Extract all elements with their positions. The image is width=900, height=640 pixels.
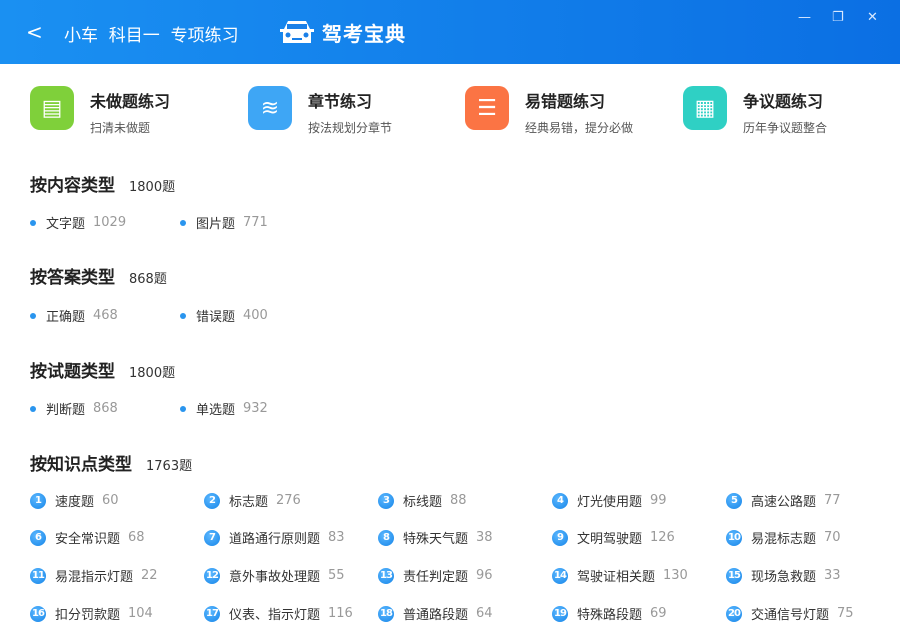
knowledge-item[interactable]: 17 仪表、指示灯题 116 (204, 604, 353, 623)
section-heading: 按试题类型 1800题 (30, 362, 176, 382)
knowledge-item[interactable]: 13 责任判定题 96 (378, 566, 493, 585)
knowledge-item[interactable]: 2 标志题 276 (204, 491, 301, 510)
knowledge-item[interactable]: 4 灯光使用题 99 (552, 491, 667, 510)
app-logo: 驾考宝典 (278, 17, 406, 47)
number-badge-icon: 16 (30, 605, 46, 622)
close-button[interactable]: ✕ (867, 10, 878, 25)
knowledge-item[interactable]: 20 交通信号灯题 75 (726, 604, 854, 623)
number-badge-icon: 9 (552, 529, 568, 546)
card-error-prone-practice[interactable]: ☰ 易错题练习 经典易错，提分必做 (465, 86, 633, 136)
card-title: 争议题练习 (743, 92, 824, 111)
knowledge-item[interactable]: 19 特殊路段题 69 (552, 604, 667, 623)
category-item[interactable]: 正确题 468 (30, 306, 118, 325)
card-subtitle: 经典易错，提分必做 (525, 121, 634, 135)
number-badge-icon: 7 (204, 529, 220, 546)
category-item[interactable]: 单选题 932 (180, 399, 268, 418)
knowledge-item[interactable]: 3 标线题 88 (378, 491, 467, 510)
car-logo-icon (280, 21, 314, 43)
card-subtitle: 历年争议题整合 (743, 121, 828, 135)
number-badge-icon: 8 (378, 529, 394, 546)
knowledge-item[interactable]: 9 文明驾驶题 126 (552, 528, 675, 547)
notebook-icon: ☰ (465, 86, 509, 130)
category-item[interactable]: 判断题 868 (30, 399, 118, 418)
knowledge-item[interactable]: 6 安全常识题 68 (30, 528, 145, 547)
number-badge-icon: 1 (30, 492, 46, 509)
back-button[interactable]: < (26, 20, 43, 44)
number-badge-icon: 10 (726, 529, 742, 546)
card-unpracticed-practice[interactable]: ▤ 未做题练习 扫清未做题 (30, 86, 170, 136)
category-item[interactable]: 图片题 771 (180, 213, 268, 232)
page-title: 小车 科目一 专项练习 (64, 26, 239, 46)
category-item[interactable]: 文字题 1029 (30, 213, 126, 232)
knowledge-item[interactable]: 11 易混指示灯题 22 (30, 566, 158, 585)
number-badge-icon: 15 (726, 567, 742, 584)
number-badge-icon: 17 (204, 605, 220, 622)
minimize-button[interactable]: — (798, 10, 811, 25)
knowledge-item[interactable]: 7 道路通行原则题 83 (204, 528, 345, 547)
card-title: 章节练习 (308, 92, 373, 111)
number-badge-icon: 18 (378, 605, 394, 622)
card-title: 易错题练习 (525, 92, 606, 111)
number-badge-icon: 20 (726, 605, 742, 622)
bullet-icon (30, 312, 36, 319)
number-badge-icon: 11 (30, 567, 46, 584)
number-badge-icon: 3 (378, 492, 394, 509)
number-badge-icon: 14 (552, 567, 568, 584)
knowledge-item[interactable]: 14 驾驶证相关题 130 (552, 566, 688, 585)
category-item[interactable]: 错误题 400 (180, 306, 268, 325)
knowledge-item[interactable]: 15 现场急救题 33 (726, 566, 841, 585)
section-heading: 按答案类型 868题 (30, 268, 167, 288)
number-badge-icon: 2 (204, 492, 220, 509)
knowledge-item[interactable]: 8 特殊天气题 38 (378, 528, 493, 547)
bullet-icon (180, 405, 186, 412)
card-disputed-practice[interactable]: ▦ 争议题练习 历年争议题整合 (683, 86, 827, 136)
knowledge-item[interactable]: 10 易混标志题 70 (726, 528, 841, 547)
note-icon: ▤ (30, 86, 74, 130)
bullet-icon (30, 219, 36, 226)
number-badge-icon: 5 (726, 492, 742, 509)
section-heading: 按知识点类型 1763题 (30, 455, 193, 475)
document-icon: ▦ (683, 86, 727, 130)
bullet-icon (30, 405, 36, 412)
number-badge-icon: 12 (204, 567, 220, 584)
knowledge-item[interactable]: 5 高速公路题 77 (726, 491, 841, 510)
knowledge-item[interactable]: 1 速度题 60 (30, 491, 119, 510)
layers-icon: ≋ (248, 86, 292, 130)
bullet-icon (180, 312, 186, 319)
card-title: 未做题练习 (90, 92, 171, 111)
number-badge-icon: 4 (552, 492, 568, 509)
title-bar: < 小车 科目一 专项练习 驾考宝典 — ❐ ✕ (0, 0, 900, 64)
number-badge-icon: 13 (378, 567, 394, 584)
card-subtitle: 按法规划分章节 (308, 121, 393, 135)
number-badge-icon: 19 (552, 605, 568, 622)
section-heading: 按内容类型 1800题 (30, 176, 176, 196)
bullet-icon (180, 219, 186, 226)
card-chapter-practice[interactable]: ≋ 章节练习 按法规划分章节 (248, 86, 392, 136)
knowledge-item[interactable]: 12 意外事故处理题 55 (204, 566, 345, 585)
number-badge-icon: 6 (30, 529, 46, 546)
knowledge-item[interactable]: 16 扣分罚款题 104 (30, 604, 153, 623)
restore-button[interactable]: ❐ (832, 10, 844, 25)
knowledge-item[interactable]: 18 普通路段题 64 (378, 604, 493, 623)
card-subtitle: 扫清未做题 (90, 121, 151, 135)
